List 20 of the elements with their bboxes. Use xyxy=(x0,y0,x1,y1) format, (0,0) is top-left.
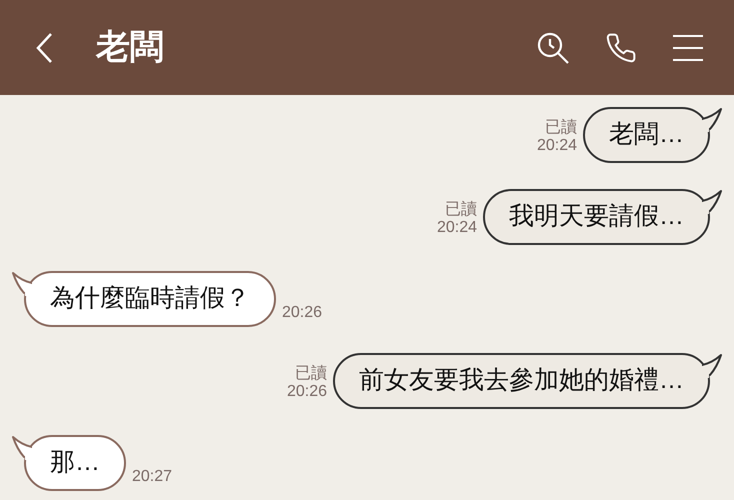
read-receipt: 已讀 xyxy=(545,119,577,137)
bubble-tail-icon xyxy=(12,435,32,461)
search-icon xyxy=(536,30,570,64)
bubble-tail-icon xyxy=(702,189,722,215)
read-receipt: 已讀 xyxy=(445,201,477,219)
message-time: 20:24 xyxy=(436,219,477,237)
message-time: 20:24 xyxy=(536,137,577,155)
call-button[interactable] xyxy=(604,30,638,64)
message-time: 20:26 xyxy=(286,383,327,401)
bubble-tail-icon xyxy=(12,271,32,297)
bubble-tail-icon xyxy=(702,353,722,379)
menu-icon xyxy=(673,34,703,62)
message-time: 20:26 xyxy=(282,303,322,323)
chat-title: 老闆 xyxy=(96,27,164,68)
message-time: 20:27 xyxy=(132,467,172,487)
bubble-tail-icon xyxy=(702,107,722,133)
back-icon xyxy=(35,32,53,64)
read-receipt: 已讀 xyxy=(295,365,327,383)
phone-icon xyxy=(605,32,637,64)
search-button[interactable] xyxy=(536,30,570,64)
